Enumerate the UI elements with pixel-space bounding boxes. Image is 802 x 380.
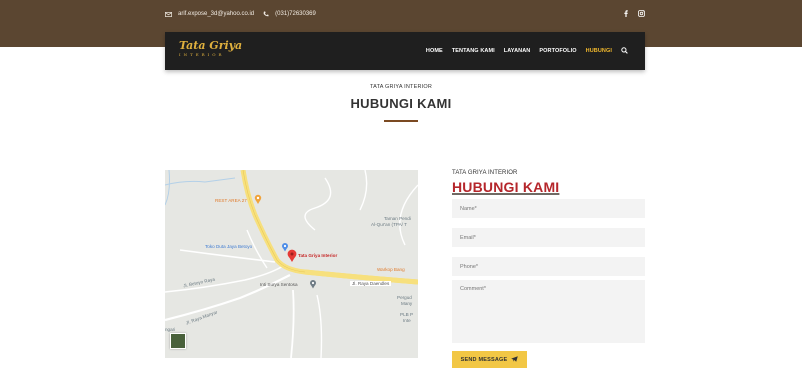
facebook-icon[interactable] [624,10,628,17]
form-title: HUBUNGI KAMI [452,179,560,195]
page-title: HUBUNGI KAMI [350,96,452,111]
search-icon[interactable] [621,47,628,54]
nav-item-portofolio[interactable]: PORTOFOLIO [539,48,576,54]
instagram-icon[interactable] [638,10,645,17]
send-message-label: SEND MESSAGE [460,356,508,363]
map-label-pergudangan: Pergud [397,295,412,300]
nav-item-hubungi[interactable]: HUBUNGI [586,48,612,54]
map-background [165,170,418,358]
map-label-left-edge: ngari [165,327,176,332]
name-field[interactable] [452,199,645,218]
nav-menu: HOME TENTANG KAMI LAYANAN PORTOFOLIO HUB… [426,47,628,54]
contact-info: arif.expose_3d@yahoo.co.id (031)72630369 [165,11,316,17]
map-label-plb-2: Inte [403,318,411,323]
page-eyebrow: TATA GRIYA INTERIOR [369,84,433,90]
title-divider [384,120,418,122]
email-field[interactable] [452,228,645,247]
map-canvas [165,170,418,358]
map-label-toko: Toko Duta Jaya Betoyo [205,244,253,249]
map-label-plb: PLB P [400,312,414,317]
comment-field[interactable] [452,280,645,343]
brand-logo[interactable]: Tata Griya INTERIOR [179,40,242,57]
phone-icon [263,11,269,17]
map-label-taman-2: Al-Qur'an (TPA/ T [371,222,407,227]
contact-email[interactable]: arif.expose_3d@yahoo.co.id [178,11,254,17]
location-map[interactable]: REST AREA 27 Taman Pendi Al-Qur'an (TPA/… [165,170,418,358]
satellite-toggle[interactable] [170,333,186,349]
contact-form: TATA GRIYA INTERIOR HUBUNGI KAMI SEND ME… [452,170,645,368]
page-heading: TATA GRIYA INTERIOR HUBUNGI KAMI [0,84,802,122]
phone-field[interactable] [452,257,645,276]
map-label-pergudangan-2: Many [401,301,413,306]
main-navbar: Tata Griya INTERIOR HOME TENTANG KAMI LA… [165,32,645,70]
map-label-warkop: Warkop Bang [377,267,405,272]
nav-item-tentang-kami[interactable]: TENTANG KAMI [452,48,495,54]
mail-icon [165,11,172,17]
map-label-tata-griya: Tata Griya Interior [298,253,338,258]
send-message-button[interactable]: SEND MESSAGE [452,351,527,368]
form-eyebrow: TATA GRIYA INTERIOR [452,170,518,176]
map-label-rest-area: REST AREA 27 [215,198,247,203]
brand-name: Tata Griya [179,39,243,52]
paper-plane-icon [511,355,519,364]
map-label-taman: Taman Pendi [384,216,411,221]
contact-phone[interactable]: (031)72630369 [275,11,316,17]
map-label-inti-surya: Inti Surya Sentosa [260,282,298,287]
brand-tagline: INTERIOR [179,52,225,57]
nav-item-layanan[interactable]: LAYANAN [504,48,531,54]
social-links [624,10,645,17]
map-label-jl-raya-daendles: Jl. Raya Daendles [350,281,392,286]
nav-item-home[interactable]: HOME [426,48,443,54]
